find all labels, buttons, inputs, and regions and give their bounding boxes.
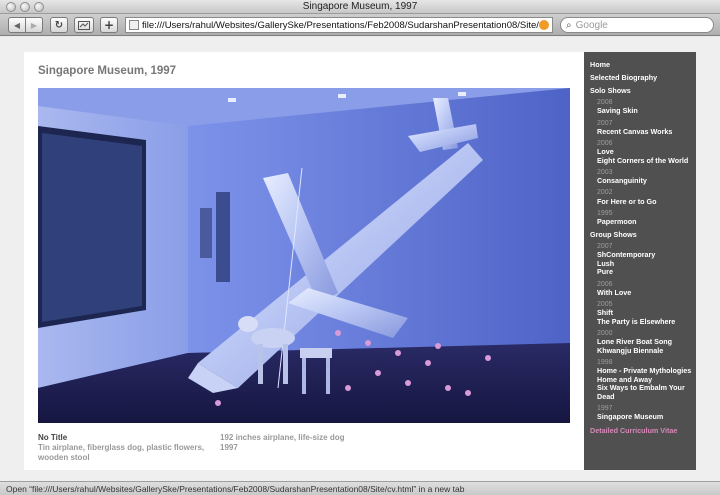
solo-shows-heading: Solo Shows xyxy=(590,85,631,95)
nav-item-current[interactable]: Singapore Museum xyxy=(597,413,696,422)
caption-left: No Title Tin airplane, fiberglass dog, p… xyxy=(38,433,213,463)
back-button[interactable]: ◀ xyxy=(8,17,26,33)
nav-item[interactable]: Saving Skin xyxy=(597,107,696,116)
page-title: Singapore Museum, 1997 xyxy=(38,65,177,77)
browser-toolbar: ◀ ▶ ↻ + file:///Users/rahul/Websites/Gal… xyxy=(0,14,720,36)
nav-home[interactable]: Home xyxy=(590,60,696,70)
nav-item[interactable]: For Here or to Go xyxy=(597,197,696,207)
forward-button[interactable]: ▶ xyxy=(25,17,43,33)
add-bookmark-button[interactable]: + xyxy=(100,17,118,33)
plus-icon: + xyxy=(103,18,115,32)
nav-item[interactable]: Pure xyxy=(597,268,696,277)
snapback-button[interactable] xyxy=(74,17,94,33)
address-bar[interactable]: file:///Users/rahul/Websites/GallerySke/… xyxy=(125,17,553,33)
status-bar: Open “file:///Users/rahul/Websites/Galle… xyxy=(0,481,720,495)
nav-item[interactable]: Papermoon xyxy=(597,217,696,227)
reload-button[interactable]: ↻ xyxy=(50,17,68,33)
browser-content: Singapore Museum, 1997 No Title Tin airp… xyxy=(0,37,720,481)
page-file-icon xyxy=(129,20,139,30)
reload-icon: ↻ xyxy=(54,19,64,31)
nav-curriculum-vitae-link[interactable]: Detailed Curriculum Vitae xyxy=(590,426,696,436)
nav-item[interactable]: With Love xyxy=(597,288,696,298)
nav-item[interactable]: Consanguinity xyxy=(597,177,696,186)
nav-selected-biography[interactable]: Selected Biography xyxy=(590,73,696,83)
nav-item[interactable]: Recent Canvas Works xyxy=(597,127,696,137)
title-bar: Singapore Museum, 1997 xyxy=(0,0,720,14)
nav-item[interactable]: Six Ways to Embalm Your Dead xyxy=(597,384,687,401)
forward-arrow-icon: ▶ xyxy=(30,20,38,30)
status-text: Open “file:///Users/rahul/Websites/Galle… xyxy=(6,484,465,494)
url-text[interactable]: file:///Users/rahul/Websites/GallerySke/… xyxy=(142,20,539,31)
group-shows-heading: Group Shows xyxy=(590,229,637,239)
search-input[interactable] xyxy=(575,19,696,31)
artwork-title: No Title xyxy=(38,433,68,442)
caption-right: 192 inches airplane, life-size dog 1997 xyxy=(220,433,420,453)
artwork-photo xyxy=(38,88,570,423)
nav-item[interactable]: Eight Corners of the World xyxy=(597,156,696,166)
search-icon: ⌕ xyxy=(566,19,572,31)
artwork-dimensions: 192 inches airplane, life-size dog xyxy=(220,433,345,442)
nav-item[interactable]: Khwangju Biennale xyxy=(597,346,696,356)
window-title: Singapore Museum, 1997 xyxy=(302,1,418,12)
snapback-icon xyxy=(78,20,90,30)
search-field[interactable]: ⌕ xyxy=(560,17,714,33)
back-arrow-icon: ◀ xyxy=(13,20,21,30)
nav-item[interactable]: The Party is Elsewhere xyxy=(597,317,696,327)
artwork-year: 1997 xyxy=(220,443,238,452)
airplane-installation-image xyxy=(38,88,570,423)
main-panel: Singapore Museum, 1997 No Title Tin airp… xyxy=(24,52,584,470)
sidebar-nav: Home Selected Biography Solo Shows 2008 … xyxy=(584,52,696,470)
artwork-materials: Tin airplane, fiberglass dog, plastic fl… xyxy=(38,443,205,462)
snapback-orange-icon[interactable] xyxy=(539,20,549,30)
